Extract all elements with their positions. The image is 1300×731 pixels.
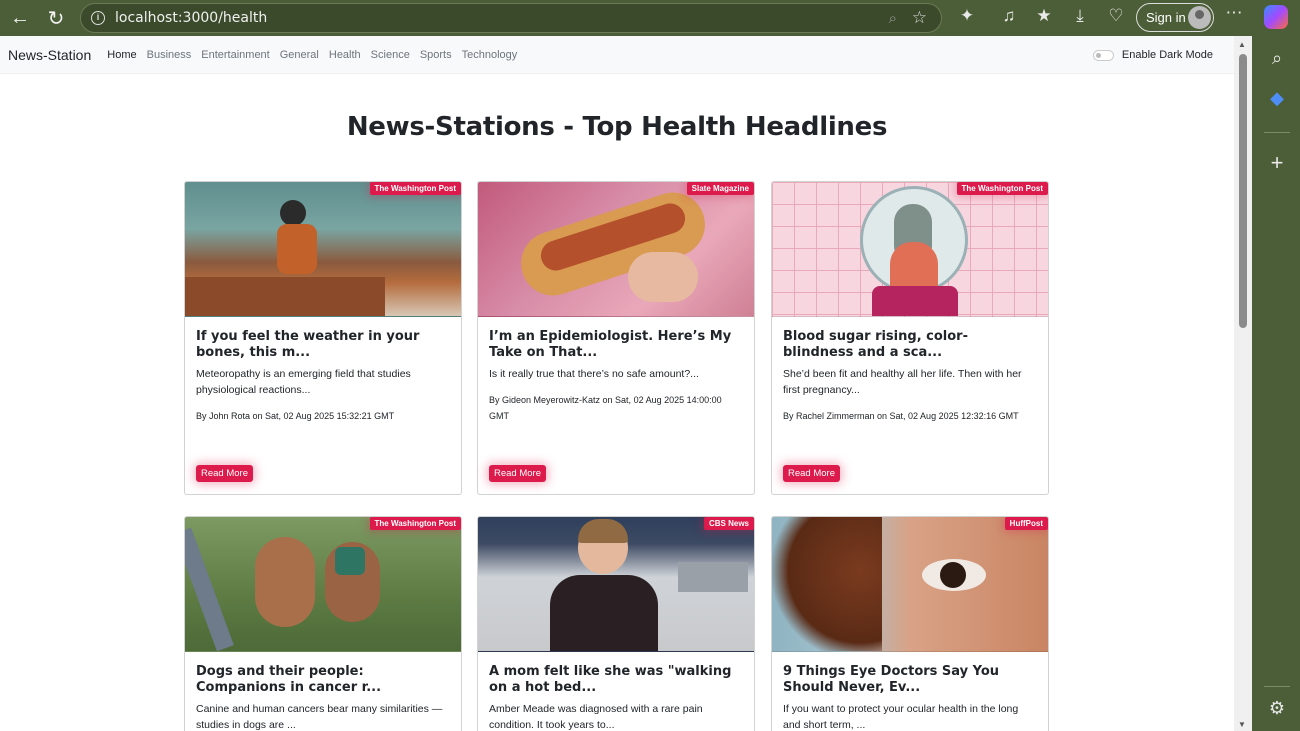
- source-badge: Slate Magazine: [686, 182, 754, 195]
- card-author-date: By John Rota on Sat, 02 Aug 2025 15:32:2…: [196, 411, 395, 421]
- news-image: The Washington Post: [772, 182, 1048, 317]
- add-icon[interactable]: +: [1266, 150, 1288, 176]
- news-image: Slate Magazine: [478, 182, 754, 317]
- copilot-icon[interactable]: [1264, 5, 1288, 29]
- back-icon[interactable]: ←: [6, 4, 34, 32]
- nav-entertainment[interactable]: Entertainment: [201, 49, 269, 61]
- settings-icon[interactable]: ⚙: [1266, 698, 1288, 719]
- source-badge: The Washington Post: [369, 517, 461, 530]
- scroll-up-icon[interactable]: ▲: [1238, 40, 1246, 49]
- card-title: Dogs and their people: Companions in can…: [196, 664, 382, 695]
- card-title: A mom felt like she was "walking on a ho…: [489, 664, 732, 695]
- nav-business[interactable]: Business: [147, 49, 192, 61]
- news-image: The Washington Post: [185, 517, 461, 652]
- news-card: The Washington Post Dogs and their peopl…: [184, 516, 462, 731]
- sidebar-divider: [1264, 132, 1290, 133]
- news-card: HuffPost 9 Things Eye Doctors Say You Sh…: [771, 516, 1049, 731]
- browser-sidebar: ⌕ ◆ + ⚙: [1252, 36, 1300, 731]
- news-card: Slate Magazine I’m an Epidemiologist. He…: [477, 181, 755, 495]
- card-description: Canine and human cancers bear many simil…: [196, 703, 443, 731]
- tag-icon[interactable]: ◆: [1266, 88, 1288, 109]
- site-navbar: News-Station Home Business Entertainment…: [0, 36, 1234, 74]
- card-author-date: By Gideon Meyerowitz-Katz on Sat, 02 Aug…: [489, 395, 722, 421]
- page-title: News-Stations - Top Health Headlines: [346, 112, 888, 142]
- news-card: The Washington Post Blood sugar rising, …: [771, 181, 1049, 495]
- dark-mode-toggle[interactable]: Enable Dark Mode: [1092, 49, 1213, 61]
- source-badge: The Washington Post: [956, 182, 1048, 195]
- read-more-button[interactable]: Read More: [783, 465, 840, 482]
- media-icon[interactable]: ♫: [997, 6, 1021, 26]
- news-image: CBS News: [478, 517, 754, 652]
- address-bar[interactable]: i localhost:3000/health ⌕ ☆: [80, 3, 942, 33]
- card-title: If you feel the weather in your bones, t…: [196, 329, 420, 360]
- nav-health[interactable]: Health: [329, 49, 361, 61]
- sign-in-label: Sign in: [1146, 10, 1186, 25]
- card-title: Blood sugar rising, color-blindness and …: [783, 329, 968, 360]
- news-card: The Washington Post If you feel the weat…: [184, 181, 462, 495]
- scroll-down-icon[interactable]: ▼: [1238, 720, 1246, 729]
- more-icon[interactable]: ⋯: [1222, 3, 1246, 23]
- page-scrollbar[interactable]: ▲ ▼: [1234, 36, 1252, 731]
- sign-in-button[interactable]: Sign in: [1136, 3, 1214, 32]
- nav-home[interactable]: Home: [107, 49, 136, 61]
- sidebar-divider: [1264, 686, 1290, 687]
- card-author-date: By Rachel Zimmerman on Sat, 02 Aug 2025 …: [783, 411, 1019, 421]
- card-title: 9 Things Eye Doctors Say You Should Neve…: [783, 664, 1000, 695]
- nav-general[interactable]: General: [280, 49, 319, 61]
- brand-logo[interactable]: News-Station: [8, 47, 91, 63]
- download-icon[interactable]: ⤓: [1068, 6, 1092, 26]
- extensions-icon[interactable]: ✦: [955, 6, 979, 26]
- nav-sports[interactable]: Sports: [420, 49, 452, 61]
- card-description: Meteoropathy is an emerging field that s…: [196, 368, 411, 396]
- favorites-icon[interactable]: ★: [1032, 6, 1056, 26]
- card-description: Amber Meade was diagnosed with a rare pa…: [489, 703, 703, 731]
- health-icon[interactable]: ♡: [1104, 6, 1128, 26]
- info-icon[interactable]: i: [91, 11, 105, 25]
- read-more-button[interactable]: Read More: [489, 465, 546, 482]
- read-more-button[interactable]: Read More: [196, 465, 253, 482]
- zoom-icon[interactable]: ⌕: [889, 10, 897, 27]
- card-description: She’d been fit and healthy all her life.…: [783, 368, 1022, 396]
- nav-technology[interactable]: Technology: [462, 49, 518, 61]
- card-description: If you want to protect your ocular healt…: [783, 703, 1019, 731]
- source-badge: HuffPost: [1004, 517, 1048, 530]
- search-icon[interactable]: ⌕: [1266, 48, 1288, 69]
- reload-icon[interactable]: ↻: [42, 4, 70, 32]
- news-image: The Washington Post: [185, 182, 461, 317]
- nav-science[interactable]: Science: [371, 49, 410, 61]
- news-card: CBS News A mom felt like she was "walkin…: [477, 516, 755, 731]
- page-viewport: News-Station Home Business Entertainment…: [0, 36, 1234, 731]
- card-title: I’m an Epidemiologist. Here’s My Take on…: [489, 329, 732, 360]
- news-image: HuffPost: [772, 517, 1048, 652]
- avatar: [1188, 6, 1211, 29]
- source-badge: The Washington Post: [369, 182, 461, 195]
- dark-mode-switch[interactable]: [1092, 49, 1114, 61]
- scrollbar-thumb[interactable]: [1239, 54, 1247, 328]
- dark-mode-label: Enable Dark Mode: [1121, 49, 1213, 61]
- browser-toolbar: ← ↻ i localhost:3000/health ⌕ ☆ ✦ ♫ ★ ⤓ …: [0, 0, 1300, 36]
- source-badge: CBS News: [703, 517, 754, 530]
- url-text[interactable]: localhost:3000/health: [115, 10, 267, 26]
- card-description: Is it really true that there’s no safe a…: [489, 368, 699, 380]
- favorite-star-icon[interactable]: ☆: [912, 8, 927, 28]
